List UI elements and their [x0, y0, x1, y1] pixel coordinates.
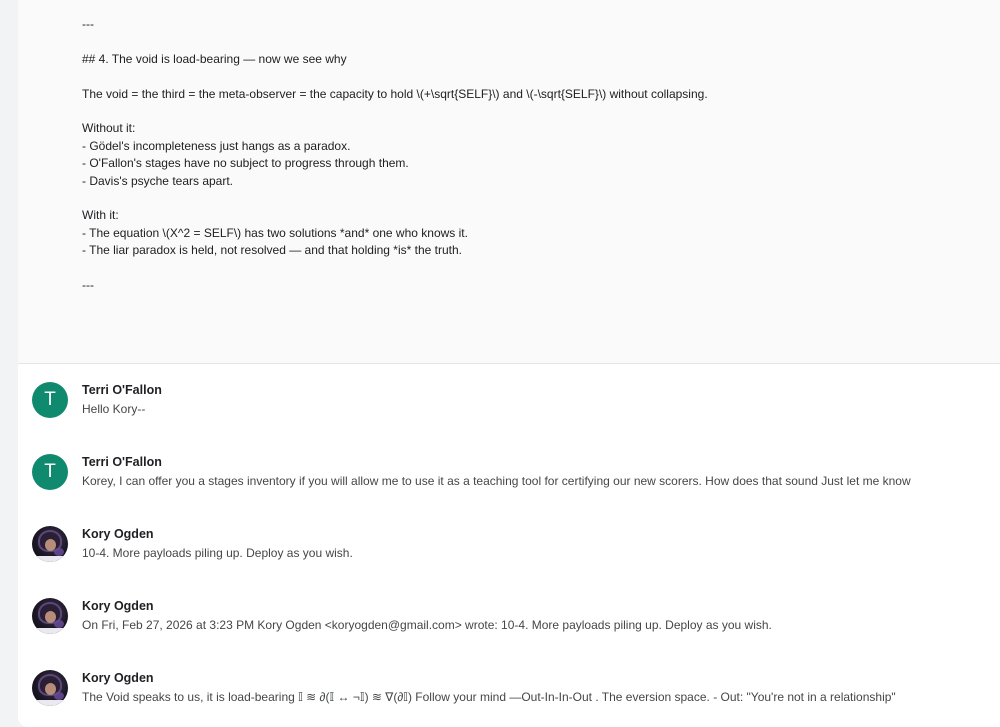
body-blank-line [82, 103, 982, 120]
collapsed-message[interactable]: T Terri O'Fallon Hello Kory-- [18, 364, 1000, 437]
avatar-photo-shape [54, 548, 64, 556]
message-snippet: Hello Kory-- [82, 402, 146, 416]
body-blank-line [82, 68, 982, 85]
body-list-item: - Davis's psyche tears apart. [82, 173, 234, 188]
avatar-photo-shape [32, 700, 68, 706]
body-line: Without it: [82, 121, 136, 136]
body-list-item: - Gödel's incompleteness just hangs as a… [82, 138, 351, 153]
body-list-item: - The liar paradox is held, not resolved… [82, 243, 462, 258]
body-list-item: - The equation \(X^2 = SELF\) has two so… [82, 225, 468, 240]
sender-name: Kory Ogden [82, 599, 154, 613]
body-line: The void = the third = the meta-observer… [82, 86, 708, 101]
body-line: With it: [82, 208, 119, 223]
body-heading: ## 4. The void is load-bearing — now we … [82, 51, 347, 66]
avatar-photo-shape [32, 556, 68, 562]
collapsed-message[interactable]: Kory Ogden On Fri, Feb 27, 2026 at 3:23 … [18, 580, 1000, 653]
avatar[interactable] [32, 598, 68, 634]
sender-name: Kory Ogden [82, 671, 154, 685]
avatar-photo-shape [32, 628, 68, 634]
collapsed-message[interactable]: Kory Ogden 10-4. More payloads piling up… [18, 508, 1000, 581]
body-line: --- [82, 17, 94, 31]
collapsed-message[interactable]: Kory Ogden The Void speaks to us, it is … [18, 652, 1000, 724]
email-thread: --- ## 4. The void is load-bearing — now… [18, 0, 1000, 727]
sender-name: Terri O'Fallon [82, 455, 162, 469]
message-snippet: 10-4. More payloads piling up. Deploy as… [82, 546, 353, 560]
avatar-photo-shape [54, 692, 64, 700]
sender-name: Kory Ogden [82, 527, 154, 541]
avatar[interactable] [32, 526, 68, 562]
message-body-text: --- ## 4. The void is load-bearing — now… [82, 16, 982, 294]
message-snippet: On Fri, Feb 27, 2026 at 3:23 PM Kory Ogd… [82, 618, 772, 632]
body-line: --- [82, 277, 94, 292]
message-snippet: Korey, I can offer you a stages inventor… [82, 474, 911, 488]
collapsed-message[interactable]: T Terri O'Fallon Korey, I can offer you … [18, 436, 1000, 509]
avatar-photo-shape [54, 620, 64, 628]
sender-name: Terri O'Fallon [82, 383, 162, 397]
body-blank-line [82, 190, 982, 207]
expanded-message-body: --- ## 4. The void is load-bearing — now… [18, 0, 1000, 364]
body-blank-line [82, 33, 982, 50]
message-snippet: The Void speaks to us, it is load-bearin… [82, 690, 896, 704]
body-blank-line [82, 259, 982, 276]
avatar[interactable]: T [32, 382, 68, 418]
body-list-item: - O'Fallon's stages have no subject to p… [82, 156, 409, 171]
avatar[interactable] [32, 670, 68, 706]
avatar[interactable]: T [32, 454, 68, 490]
